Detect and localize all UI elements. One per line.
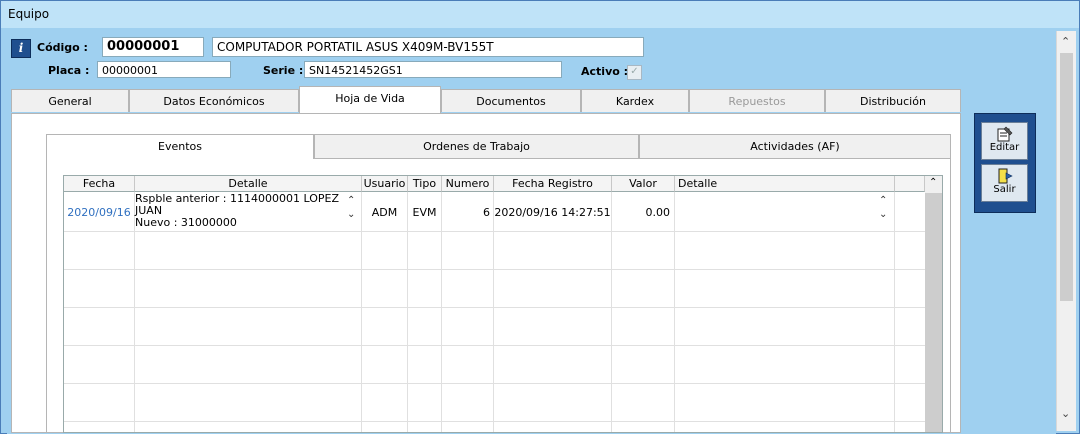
col-header-detalle[interactable]: Detalle (135, 176, 362, 192)
editar-label: Editar (989, 142, 1020, 153)
col-header-numero[interactable]: Numero (442, 176, 494, 192)
col-header-fecha[interactable]: Fecha (64, 176, 135, 192)
equipo-window: Equipo ⌃ ⌄ i Código : 00000001 COMPUTADO… (0, 0, 1080, 434)
action-panel: Editar Salir (974, 113, 1036, 213)
grid-divider (611, 192, 612, 432)
cell-fecha-registro[interactable]: 2020/09/16 14:27:51 (494, 206, 611, 219)
salir-label: Salir (993, 184, 1016, 195)
cell-fecha[interactable]: 2020/09/16 (64, 206, 134, 219)
cell-detalle[interactable]: Rspble anterior : 1114000001 LOPEZ JUAN … (134, 193, 343, 231)
eventos-grid[interactable]: Fecha Detalle Usuario Tipo Numero Fecha … (63, 175, 943, 433)
tab-kardex[interactable]: Kardex (581, 89, 689, 112)
window-title: Equipo (8, 7, 50, 21)
col-header-usuario[interactable]: Usuario (362, 176, 408, 192)
chevron-up-icon[interactable]: ⌃ (879, 195, 887, 206)
cell-usuario[interactable]: ADM (362, 206, 407, 219)
salir-button[interactable]: Salir (981, 164, 1028, 202)
col-header-detalle-2[interactable]: Detalle (675, 176, 895, 192)
codigo-label: Código : (37, 41, 88, 54)
editar-button[interactable]: Editar (981, 122, 1028, 160)
cell-tipo[interactable]: EVM (408, 206, 441, 219)
serie-field[interactable]: SN14521452GS1 (304, 61, 562, 78)
activo-checkbox[interactable]: ✓ (627, 65, 642, 80)
serie-label: Serie : (263, 64, 304, 77)
row-divider (64, 345, 925, 346)
tab-distribucion[interactable]: Distribución (825, 89, 961, 112)
scrollbar-thumb[interactable] (1060, 53, 1073, 301)
chevron-up-icon[interactable]: ⌃ (347, 195, 355, 206)
grid-divider (441, 192, 442, 432)
placa-field[interactable]: 00000001 (97, 61, 231, 78)
grid-scrollbar[interactable]: ⌃ (925, 176, 942, 432)
col-header-fecha-registro[interactable]: Fecha Registro (494, 176, 612, 192)
info-icon[interactable]: i (11, 39, 31, 58)
chevron-up-icon[interactable]: ⌃ (1061, 35, 1070, 48)
placa-label: Placa : (48, 64, 90, 77)
row-divider (64, 421, 925, 422)
col-header-tipo[interactable]: Tipo (408, 176, 442, 192)
row-divider (64, 307, 925, 308)
chevron-down-icon[interactable]: ⌄ (1061, 407, 1070, 420)
subtab-eventos[interactable]: Eventos (46, 134, 314, 160)
grid-divider (493, 192, 494, 432)
grid-divider (407, 192, 408, 432)
cell-numero[interactable]: 6 (442, 206, 490, 219)
checkmark-icon: ✓ (630, 66, 639, 77)
col-header-valor[interactable]: Valor (612, 176, 675, 192)
grid-divider (894, 192, 895, 432)
title-bar: Equipo (1, 1, 1079, 28)
row-divider (64, 231, 925, 232)
detalle-line: Nuevo : 31000000 (135, 216, 237, 229)
subtab-ordenes-de-trabajo[interactable]: Ordenes de Trabajo (314, 134, 639, 159)
col-header-blank (895, 176, 925, 192)
activo-label: Activo : (581, 65, 629, 78)
edit-icon (997, 126, 1012, 142)
chevron-down-icon[interactable]: ⌄ (347, 209, 355, 220)
grid-divider (361, 192, 362, 432)
chevron-up-icon[interactable]: ⌃ (929, 177, 937, 188)
subtab-actividades-af[interactable]: Actividades (AF) (639, 134, 951, 159)
row-divider (64, 383, 925, 384)
descripcion-field[interactable]: COMPUTADOR PORTATIL ASUS X409M-BV155T (212, 37, 644, 57)
tab-hoja-de-vida[interactable]: Hoja de Vida (299, 86, 441, 113)
exit-icon (998, 168, 1013, 184)
row-divider (64, 269, 925, 270)
window-scrollbar[interactable]: ⌃ ⌄ (1056, 31, 1076, 431)
detalle-line: Rspble anterior : 1114000001 LOPEZ (135, 193, 339, 205)
grid-scrollbar-thumb[interactable] (925, 193, 942, 432)
cell-valor[interactable]: 0.00 (612, 206, 671, 219)
tab-documentos[interactable]: Documentos (441, 89, 581, 112)
tab-general[interactable]: General (11, 89, 129, 112)
tab-repuestos[interactable]: Repuestos (689, 89, 825, 112)
codigo-field[interactable]: 00000001 (102, 37, 204, 57)
grid-divider (674, 192, 675, 432)
chevron-down-icon[interactable]: ⌄ (879, 209, 887, 220)
tab-datos-economicos[interactable]: Datos Económicos (129, 89, 299, 112)
